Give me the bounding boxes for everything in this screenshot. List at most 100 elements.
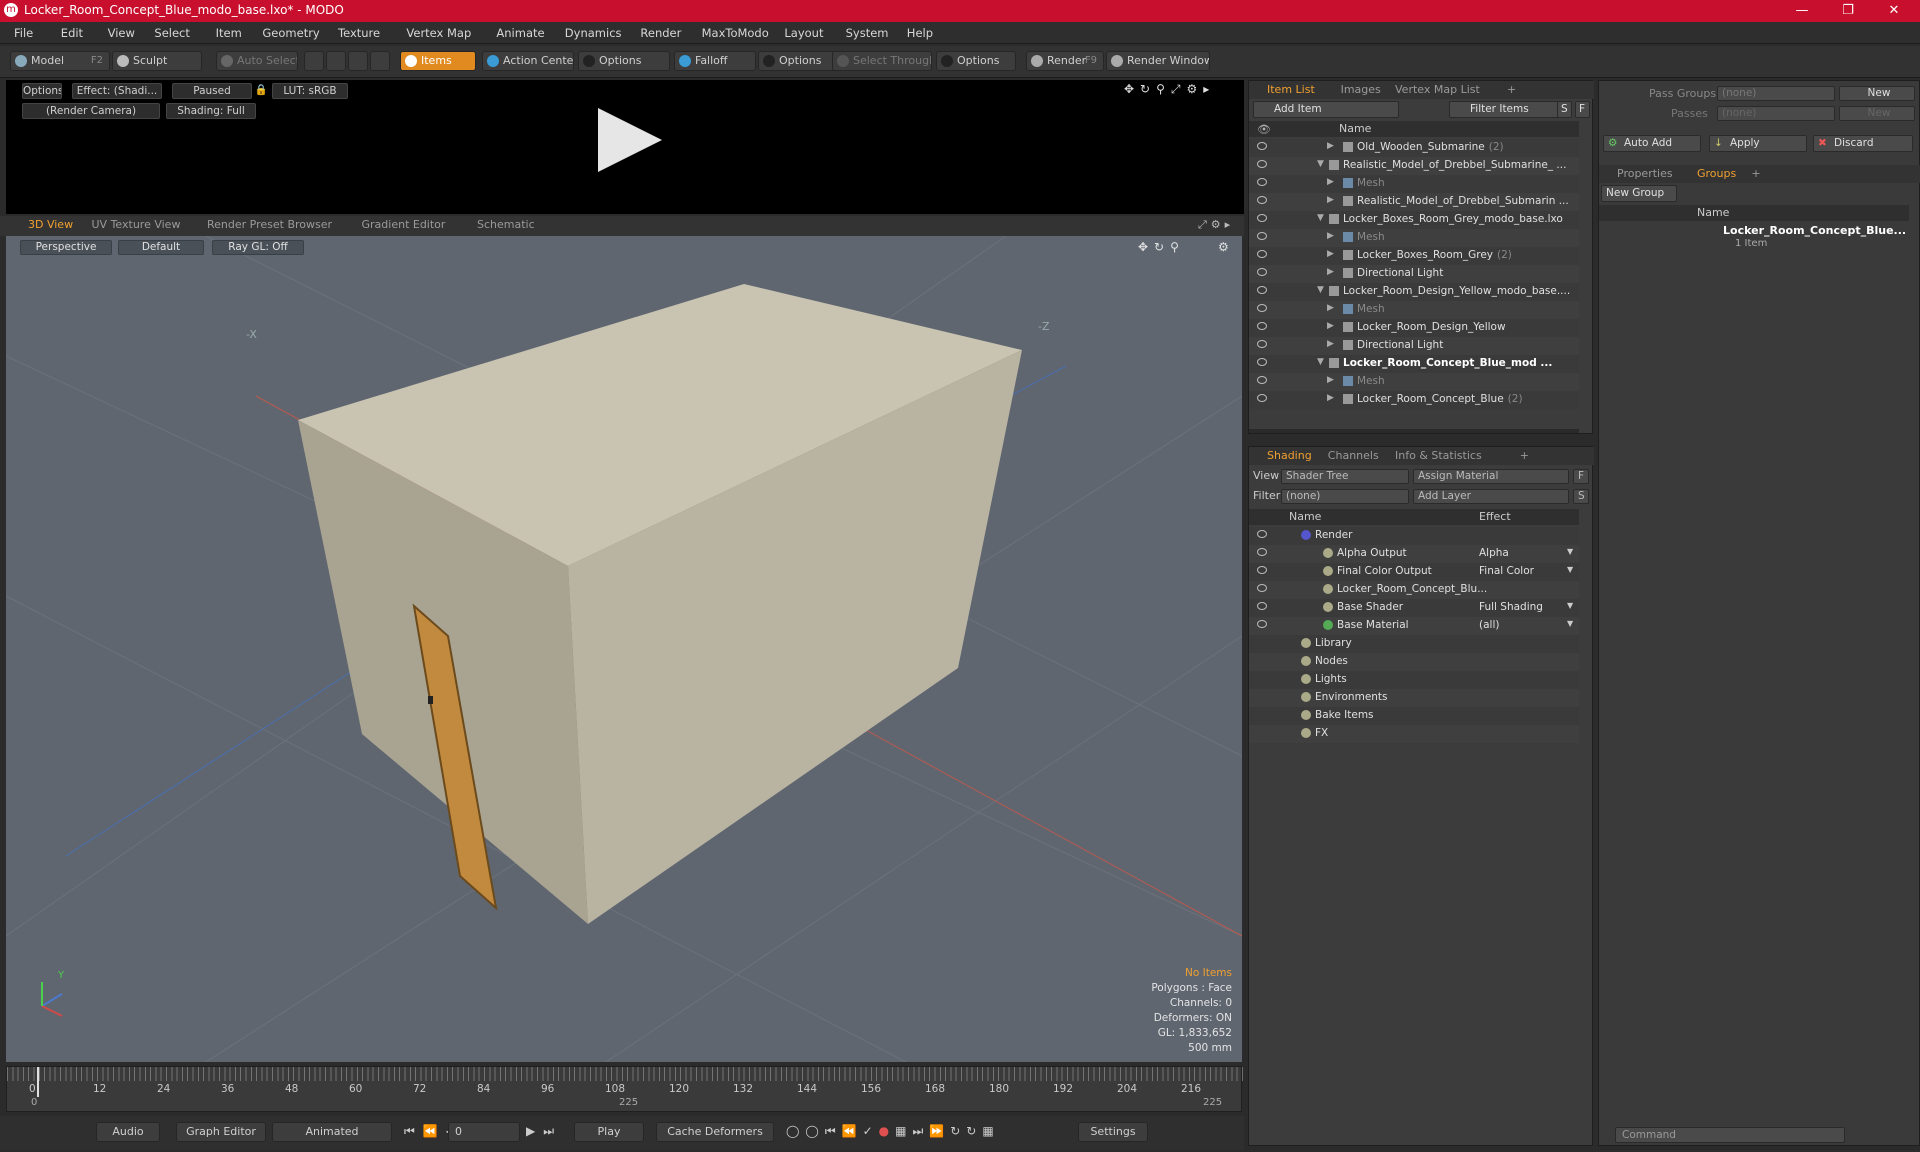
item-row[interactable]: ▼ Realistic_Model_of_Drebbel_Submarine_ .… [1249,157,1579,175]
visibility-icon[interactable] [1257,214,1267,222]
expand-arrow-icon[interactable]: ▼ [1317,159,1324,169]
collapse-arrow-icon[interactable]: ▶ [1327,231,1334,241]
collapse-arrow-icon[interactable]: ▶ [1327,339,1334,349]
effect-dropdown[interactable]: (all) [1479,619,1499,631]
visibility-icon[interactable] [1257,548,1267,556]
raygl-dropdown[interactable]: Ray GL: Off [212,240,304,255]
visibility-icon[interactable] [1257,322,1267,330]
menu-item[interactable]: Item [216,26,242,40]
shader-row[interactable]: Base Material (all) ▼ [1249,617,1579,635]
menu-view[interactable]: View [108,26,135,40]
item-row[interactable]: ▶ Old_Wooden_Submarine (2) [1249,139,1579,157]
s-button[interactable]: S [1573,489,1589,504]
shader-row[interactable]: Lights [1249,671,1579,689]
visibility-icon[interactable] [1257,376,1267,384]
animated-dropdown[interactable]: Animated [272,1122,392,1142]
visibility-icon[interactable] [1257,394,1267,402]
viewport-nav-icons[interactable]: ✥↻⚲ [1138,240,1185,254]
frame-input[interactable]: 0 [448,1122,520,1142]
horizontal-scrollbar[interactable] [1249,429,1579,433]
vertex-mode-icon[interactable] [304,51,324,71]
default-dropdown[interactable]: Default [118,240,204,255]
shader-row[interactable]: Final Color Output Final Color ▼ [1249,563,1579,581]
tab-groups[interactable]: Groups [1697,167,1736,180]
menu-vertex-map[interactable]: Vertex Map [406,26,471,40]
items-button[interactable]: Items [400,51,476,71]
menu-texture[interactable]: Texture [338,26,380,40]
menu-select[interactable]: Select [154,26,189,40]
add-layer-dropdown[interactable]: Add Layer [1413,489,1569,504]
visibility-icon[interactable] [1257,160,1267,168]
passes-dropdown[interactable]: (none) [1717,106,1835,121]
visibility-icon[interactable] [1257,340,1267,348]
tab-uv-texture-view[interactable]: UV Texture View [92,218,181,231]
visibility-icon[interactable] [1257,196,1267,204]
action-center-button[interactable]: Action Center [482,51,574,71]
pass-groups-dropdown[interactable]: (none) [1717,86,1835,101]
menu-animate[interactable]: Animate [496,26,544,40]
menu-layout[interactable]: Layout [784,26,823,40]
collapse-arrow-icon[interactable]: ▶ [1327,249,1334,259]
dropdown-arrow-icon[interactable]: ▼ [1567,547,1573,556]
item-row[interactable]: ▶ Realistic_Model_of_Drebbel_Submarin ... [1249,193,1579,211]
new-group-button[interactable]: New Group [1601,185,1677,202]
effect-dropdown[interactable]: Final Color [1479,565,1534,577]
item-row[interactable]: ▶ Locker_Boxes_Room_Grey (2) [1249,247,1579,265]
tab-images[interactable]: Images [1341,83,1381,96]
dropdown-arrow-icon[interactable]: ▼ [1567,601,1573,610]
audio-button[interactable]: Audio [96,1122,160,1142]
tab-render-preset-browser[interactable]: Render Preset Browser [207,218,332,231]
play-button[interactable]: Play [574,1122,644,1142]
timeline[interactable]: 0 225 225 0 12 24 36 48 60 72 84 96 108 120 132 144 1… [6,1066,1243,1112]
tab-schematic[interactable]: Schematic [477,218,535,231]
select-through-options-button[interactable]: Options [936,51,1016,71]
render-window-button[interactable]: Render Window [1106,51,1210,71]
key-tool-icons[interactable]: ◯◯⏮⏪✓●▦⏭⏩↻↻▦ [786,1124,1000,1139]
item-row[interactable]: ▶ Mesh [1249,229,1579,247]
collapse-arrow-icon[interactable]: ▶ [1327,303,1334,313]
falloff-button[interactable]: Falloff [674,51,756,71]
graph-editor-button[interactable]: Graph Editor [176,1122,266,1142]
visibility-icon[interactable] [1257,566,1267,574]
visibility-icon[interactable] [1257,304,1267,312]
visibility-icon[interactable] [1257,602,1267,610]
tab-gradient-editor[interactable]: Gradient Editor [362,218,446,231]
command-input[interactable]: Command [1615,1127,1845,1143]
tab-channels[interactable]: Channels [1328,449,1379,462]
visibility-icon[interactable] [1257,530,1267,538]
dropdown-arrow-icon[interactable]: ▼ [1567,565,1573,574]
shader-row[interactable]: Alpha Output Alpha ▼ [1249,545,1579,563]
group-row[interactable]: Locker_Room_Concept_Blue... 1 Item [1599,223,1909,253]
sculpt-button[interactable]: Sculpt [112,51,202,71]
add-tab-icon[interactable]: + [1520,449,1529,462]
new-pass-button[interactable]: New [1839,106,1915,121]
frame-forward-icons[interactable]: ▶⏭ [526,1124,562,1139]
effect-dropdown[interactable]: Effect: (Shadi... [72,83,162,99]
shader-row[interactable]: Bake Items [1249,707,1579,725]
s-button[interactable]: S [1557,101,1572,118]
render-camera-dropdown[interactable]: (Render Camera) [22,103,160,119]
edge-mode-icon[interactable] [326,51,346,71]
menu-help[interactable]: Help [907,26,933,40]
falloff-options-button[interactable]: Options [758,51,838,71]
shader-row[interactable]: Base Shader Full Shading ▼ [1249,599,1579,617]
collapse-arrow-icon[interactable]: ▶ [1327,141,1334,151]
dropdown-arrow-icon[interactable]: ▼ [1567,619,1573,628]
menu-system[interactable]: System [846,26,889,40]
collapse-arrow-icon[interactable]: ▶ [1327,393,1334,403]
tab-3d-view[interactable]: 3D View [28,218,73,231]
shader-row[interactable]: Render [1249,527,1579,545]
item-row[interactable]: ▼ Locker_Room_Concept_Blue_mod ... [1249,355,1579,373]
visibility-icon[interactable] [1257,178,1267,186]
render-options-button[interactable]: Options [22,83,62,99]
maximize-icon[interactable]: ❐ [1826,2,1870,20]
viewport-settings-icon[interactable]: ⚙ [1218,240,1229,254]
filter-dropdown[interactable]: (none) [1281,489,1409,504]
polygon-mode-icon[interactable] [348,51,368,71]
add-tab-icon[interactable]: + [1507,83,1516,96]
paused-toggle[interactable]: Paused [172,83,252,99]
action-center-options-button[interactable]: Options [578,51,670,71]
lut-dropdown[interactable]: LUT: sRGB [272,83,348,99]
visibility-icon[interactable] [1257,286,1267,294]
menu-edit[interactable]: Edit [61,26,83,40]
